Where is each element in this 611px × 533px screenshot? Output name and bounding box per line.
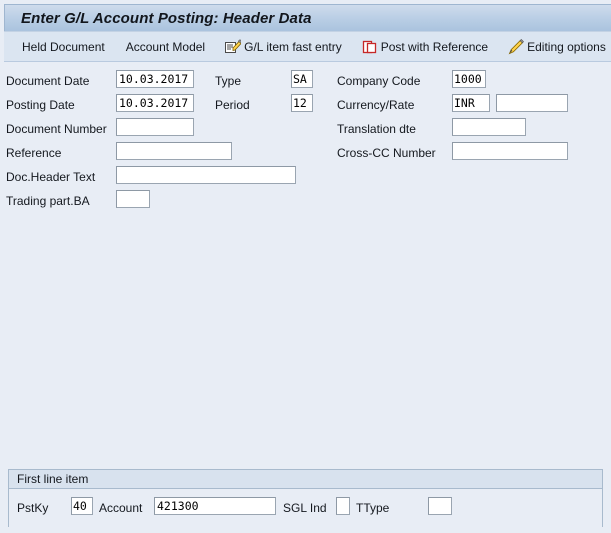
ttype-input[interactable] — [428, 497, 452, 515]
doc-header-text-input[interactable] — [116, 166, 296, 184]
gl-item-fast-entry-label: G/L item fast entry — [244, 39, 342, 54]
translation-date-label: Translation dte — [337, 122, 416, 136]
editing-options-label: Editing options — [527, 39, 606, 54]
trading-part-ba-label: Trading part.BA — [6, 194, 90, 208]
exchange-rate-input[interactable] — [496, 94, 568, 112]
posting-date-input[interactable] — [116, 94, 194, 112]
first-line-item-title-bar: First line item — [9, 470, 602, 489]
fast-entry-icon — [225, 38, 243, 55]
pencil-icon — [508, 38, 525, 55]
cross-cc-number-input[interactable] — [452, 142, 568, 160]
held-document-button[interactable]: Held Document — [14, 34, 112, 60]
document-date-label: Document Date — [6, 74, 90, 88]
type-label: Type — [215, 74, 242, 88]
period-label: Period — [215, 98, 250, 112]
doc-header-text-label: Doc.Header Text — [6, 170, 96, 184]
account-model-button[interactable]: Account Model — [118, 34, 212, 60]
held-document-label: Held Document — [22, 39, 105, 54]
cross-cc-number-label: Cross-CC Number — [337, 146, 436, 160]
post-with-reference-label: Post with Reference — [380, 39, 489, 54]
account-model-label: Account Model — [125, 39, 206, 54]
reference-input[interactable] — [116, 142, 232, 160]
type-input[interactable] — [291, 70, 313, 88]
document-number-input[interactable] — [116, 118, 194, 136]
application-toolbar: Held Document Account Model G/L item fas… — [4, 31, 611, 62]
header-data-form: Document Date Posting Date Document Numb… — [0, 62, 611, 462]
company-code-input[interactable] — [452, 70, 486, 88]
editing-options-button[interactable]: Editing options — [501, 34, 611, 60]
currency-rate-label: Currency/Rate — [337, 98, 415, 112]
post-with-reference-icon — [362, 39, 378, 55]
first-line-item-title: First line item — [17, 472, 89, 486]
post-with-reference-button[interactable]: Post with Reference — [355, 34, 495, 60]
sgl-ind-input[interactable] — [336, 497, 350, 515]
translation-date-input[interactable] — [452, 118, 526, 136]
posting-date-label: Posting Date — [6, 98, 75, 112]
account-input[interactable] — [154, 497, 276, 515]
document-number-label: Document Number — [6, 122, 107, 136]
account-label: Account — [99, 501, 143, 515]
gl-item-fast-entry-button[interactable]: G/L item fast entry — [218, 34, 349, 60]
sgl-ind-label: SGL Ind — [283, 501, 327, 515]
document-date-input[interactable] — [116, 70, 194, 88]
period-input[interactable] — [291, 94, 313, 112]
pstky-input[interactable] — [71, 497, 93, 515]
ttype-label: TType — [356, 501, 390, 515]
first-line-item-body: PstKy Account SGL Ind TType — [9, 489, 602, 528]
company-code-label: Company Code — [337, 74, 421, 88]
trading-part-ba-input[interactable] — [116, 190, 150, 208]
page-title: Enter G/L Account Posting: Header Data — [21, 9, 312, 27]
pstky-label: PstKy — [17, 501, 49, 515]
window-title-bar: Enter G/L Account Posting: Header Data — [4, 4, 611, 31]
first-line-item-group: First line item PstKy Account SGL Ind TT… — [8, 469, 603, 527]
reference-label: Reference — [6, 146, 62, 160]
currency-input[interactable] — [452, 94, 490, 112]
